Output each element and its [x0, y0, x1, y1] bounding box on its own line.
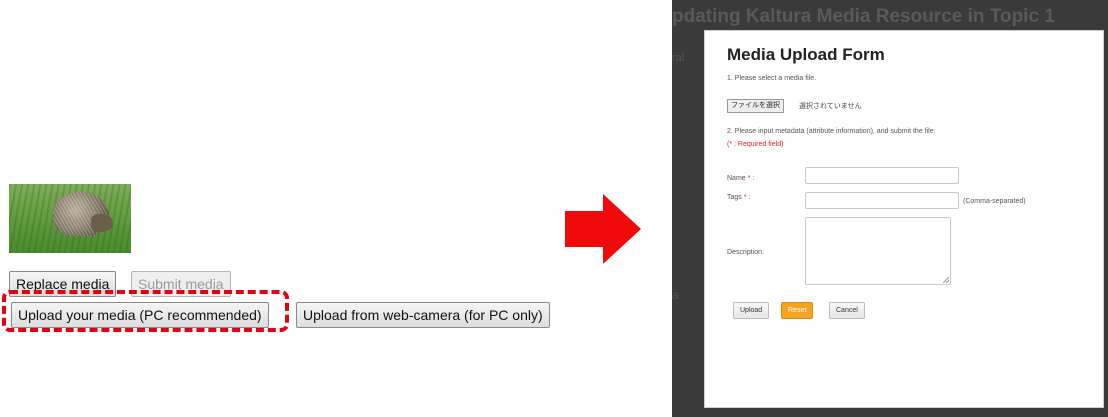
tags-hint: (Comma-separated) [963, 198, 1026, 205]
cancel-button[interactable]: Cancel [829, 302, 865, 319]
required-field-note: (* : Required field) [727, 141, 784, 148]
upload-webcam-button[interactable]: Upload from web-camera (for PC only) [296, 302, 550, 328]
form-screenshot: pdating Kaltura Media Resource in Topic … [672, 0, 1108, 417]
choose-file-button[interactable]: ファイルを選択 [727, 99, 784, 113]
name-label: Name * : [727, 175, 754, 182]
background-page-title: pdating Kaltura Media Resource in Topic … [672, 6, 1055, 27]
step1-text: 1. Please select a media file. [727, 75, 817, 82]
tags-label: Tags * : [727, 194, 750, 201]
step2-text: 2. Please input metadata (attribute info… [727, 128, 936, 135]
name-input[interactable] [805, 167, 959, 184]
no-file-selected-text: 選択されていません [799, 103, 862, 110]
background-side-text-2: a [672, 288, 679, 302]
hedgehog-face [91, 214, 113, 232]
highlight-box [2, 290, 289, 332]
tags-input[interactable] [805, 192, 959, 209]
media-upload-modal: Media Upload Form 1. Please select a med… [704, 30, 1104, 408]
upload-button[interactable]: Upload [733, 302, 770, 319]
resize-grip-icon[interactable] [943, 277, 949, 283]
required-mark: * : [747, 175, 755, 182]
description-label: Description: [727, 249, 764, 256]
media-thumbnail [9, 184, 131, 253]
name-label-text: Name [727, 175, 746, 182]
required-mark: * : [743, 194, 751, 201]
tags-label-text: Tags [727, 194, 742, 201]
description-textarea[interactable] [805, 217, 951, 285]
arrow-right-icon [565, 194, 641, 264]
modal-title: Media Upload Form [727, 45, 885, 64]
reset-button[interactable]: Reset [781, 302, 814, 319]
background-side-text: ral [672, 52, 685, 64]
